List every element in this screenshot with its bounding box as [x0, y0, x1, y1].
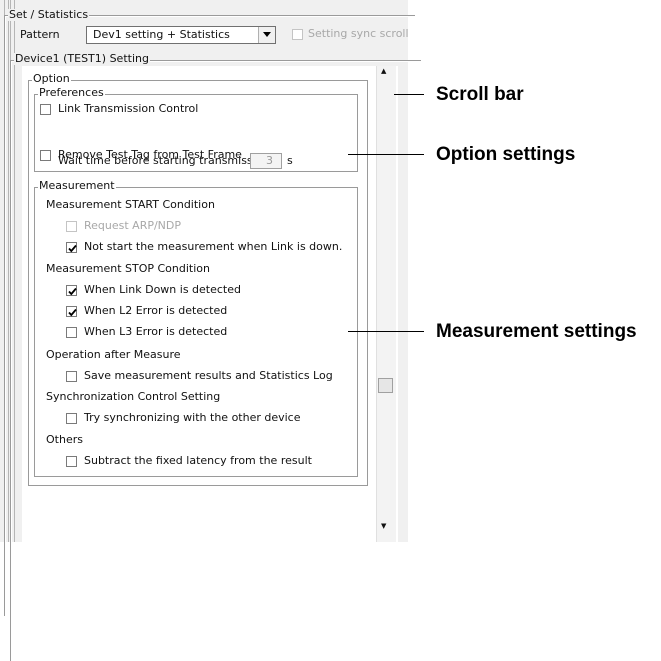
preferences-title: Preferences — [38, 86, 105, 99]
scroll-bar-leader-line — [394, 94, 424, 95]
try-sync-checkbox[interactable] — [66, 413, 77, 424]
option-settings-leader-line — [348, 154, 424, 155]
subtract-latency-checkbox[interactable] — [66, 456, 77, 467]
when-l3-error-checkbox[interactable] — [66, 327, 77, 338]
request-arp-ndp-checkbox[interactable] — [66, 221, 77, 232]
when-l2-error-checkbox[interactable] — [66, 306, 77, 317]
start-condition-label: Measurement START Condition — [46, 198, 215, 211]
save-results-checkbox[interactable] — [66, 371, 77, 382]
when-l3-error-label: When L3 Error is detected — [84, 325, 228, 338]
remove-test-tag-checkbox[interactable] — [40, 150, 51, 161]
request-arp-ndp-label: Request ARP/NDP — [84, 219, 182, 232]
subtract-latency-label: Subtract the fixed latency from the resu… — [84, 454, 312, 467]
when-l2-error-label: When L2 Error is detected — [84, 304, 228, 317]
option-settings-callout: Option settings — [436, 144, 576, 165]
pattern-select-value: Dev1 setting + Statistics — [93, 28, 230, 41]
scroll-down-arrow-icon[interactable]: ▼ — [381, 522, 386, 531]
sync-control-label: Synchronization Control Setting — [46, 390, 221, 403]
remove-test-tag-label: Remove Test Tag from Test Frame — [58, 148, 242, 161]
option-title: Option — [32, 72, 71, 85]
check-icon — [68, 244, 77, 253]
device-setting-title: Device1 (TEST1) Setting — [14, 52, 150, 65]
sync-scroll-checkbox[interactable] — [292, 29, 303, 40]
link-transmission-control-checkbox[interactable] — [40, 104, 51, 115]
pattern-label: Pattern — [20, 28, 60, 41]
chevron-down-icon[interactable] — [258, 27, 275, 43]
measurement-title: Measurement — [38, 179, 116, 192]
check-icon — [68, 308, 77, 317]
try-sync-label: Try synchronizing with the other device — [84, 411, 301, 424]
others-label: Others — [46, 433, 83, 446]
scroll-up-arrow-icon[interactable]: ▲ — [381, 67, 386, 76]
check-icon — [68, 287, 77, 296]
set-statistics-title: Set / Statistics — [8, 8, 90, 21]
measurement-settings-callout: Measurement settings — [436, 321, 637, 342]
measurement-settings-leader-line — [348, 331, 424, 332]
operation-after-label: Operation after Measure — [46, 348, 181, 361]
stop-condition-label: Measurement STOP Condition — [46, 262, 210, 275]
when-link-down-label: When Link Down is detected — [84, 283, 241, 296]
when-link-down-checkbox[interactable] — [66, 285, 77, 296]
save-results-label: Save measurement results and Statistics … — [84, 369, 333, 382]
sync-scroll-label: Setting sync scroll — [308, 27, 409, 40]
scrollbar-thumb[interactable] — [378, 378, 393, 393]
not-start-link-down-label: Not start the measurement when Link is d… — [84, 240, 343, 253]
not-start-link-down-checkbox[interactable] — [66, 242, 77, 253]
wait-time-unit: s — [287, 154, 293, 167]
wait-time-input[interactable]: 3 — [250, 153, 282, 169]
link-transmission-control-label: Link Transmission Control — [58, 102, 199, 115]
vertical-scrollbar[interactable] — [376, 66, 396, 542]
pattern-select[interactable]: Dev1 setting + Statistics — [86, 26, 276, 44]
scroll-bar-callout: Scroll bar — [436, 84, 524, 105]
